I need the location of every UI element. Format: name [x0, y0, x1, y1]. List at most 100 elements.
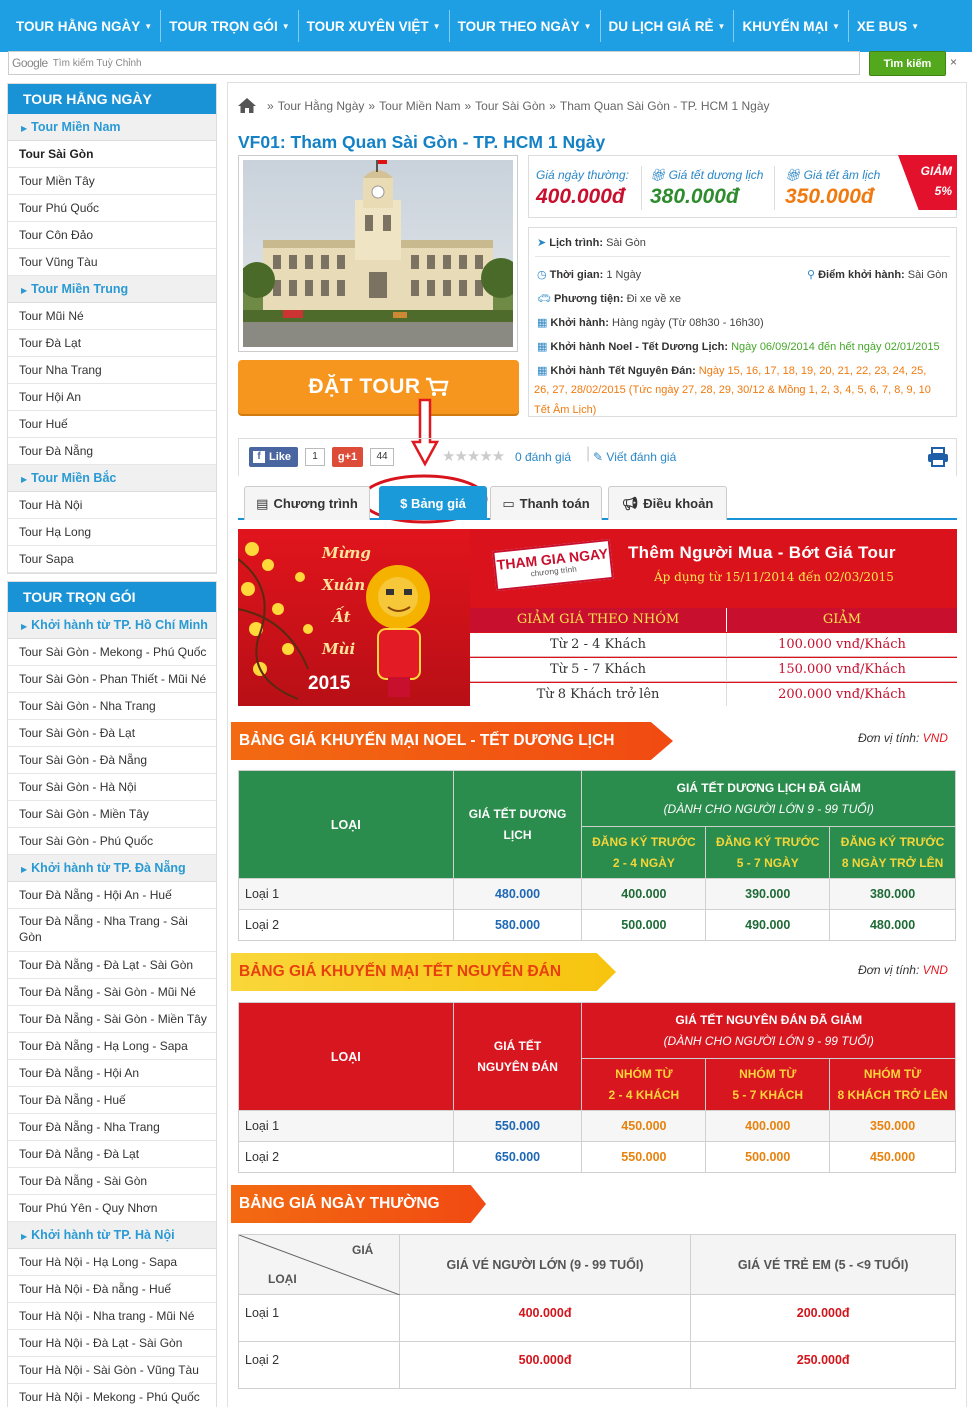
- sidebar-item[interactable]: Tour Sapa: [8, 546, 216, 573]
- search-button[interactable]: Tìm kiếm: [869, 51, 946, 76]
- breadcrumb-item[interactable]: Tham Quan Sài Gòn - TP. HCM 1 Ngày: [560, 99, 770, 113]
- sidebar-group-header[interactable]: ▶ Khởi hành từ TP. Hà Nội: [8, 1222, 216, 1249]
- tour-photo[interactable]: [238, 155, 518, 352]
- book-tour-button[interactable]: ĐẶT TOUR: [238, 360, 519, 414]
- close-icon[interactable]: ×: [950, 55, 957, 69]
- breadcrumb-item[interactable]: Tour Sài Gòn: [475, 99, 545, 113]
- sidebar-item[interactable]: Tour Hà Nội - Hạ Long - Sapa: [8, 1249, 216, 1276]
- price-cell: 350.000: [829, 1110, 956, 1142]
- sidebar-item[interactable]: Tour Mũi Né: [8, 303, 216, 330]
- sidebar-item[interactable]: Tour Hạ Long: [8, 519, 216, 546]
- sidebar-item[interactable]: Tour Đà Nẵng - Hội An - Huế: [8, 882, 216, 909]
- price-cell: 390.000: [705, 878, 831, 910]
- sidebar-item[interactable]: Tour Nha Trang: [8, 357, 216, 384]
- sidebar-group-header[interactable]: ▶ Khởi hành từ TP. Đà Nẵng: [8, 855, 216, 882]
- caret-right-icon: ▶: [21, 1232, 28, 1241]
- sidebar-group-header[interactable]: ▶ Khởi hành từ TP. Hồ Chí Minh: [8, 612, 216, 639]
- table-row: Loại 2 650.000 550.000 500.000 450.000: [238, 1141, 956, 1173]
- search-input[interactable]: Google Tìm kiếm Tuỳ Chỉnh: [8, 51, 860, 75]
- top-nav-menu: TOUR HẰNG NGÀY ▼ TOUR TRỌN GÓI ▼ TOUR XUYÊN …: [8, 10, 927, 42]
- sidebar-item[interactable]: Tour Phú Yên - Quy Nhơn: [8, 1195, 216, 1222]
- sidebar-item[interactable]: Tour Phú Quốc: [8, 195, 216, 222]
- sidebar-item[interactable]: Tour Huế: [8, 411, 216, 438]
- sidebar-item[interactable]: Tour Đà Nẵng - Hạ Long - Sapa: [8, 1033, 216, 1060]
- sidebar-item[interactable]: Tour Sài Gòn: [8, 141, 216, 168]
- sidebar-group-header[interactable]: ▶ Tour Miền Nam: [8, 114, 216, 141]
- sidebar-item[interactable]: Tour Đà Nẵng - Đà Lạt: [8, 1141, 216, 1168]
- review-count[interactable]: 0 đánh giá: [515, 450, 571, 464]
- facebook-like-button[interactable]: f Like: [249, 447, 298, 467]
- sidebar-item[interactable]: Tour Đà Lạt: [8, 330, 216, 357]
- nav-item-label: TOUR XUYÊN VIỆT: [306, 18, 429, 34]
- sidebar-item[interactable]: Tour Đà Nẵng - Hội An: [8, 1060, 216, 1087]
- sidebar-item[interactable]: Tour Hà Nội - Nha trang - Mũi Né: [8, 1303, 216, 1330]
- sidebar-item[interactable]: Tour Hà Nội - Đà nẵng - Huế: [8, 1276, 216, 1303]
- breadcrumb-separator: »: [368, 98, 376, 113]
- sub-header-line1: NHÓM TỪ: [863, 1066, 922, 1081]
- price-value: 380.000đ: [650, 185, 739, 208]
- tab-terms[interactable]: 📢︎ Điều khoản: [608, 486, 727, 520]
- banner-col-group: GIẢM GIÁ THEO NHÓM: [516, 612, 680, 627]
- sidebar-item[interactable]: Tour Đà Nẵng - Nha Trang: [8, 1114, 216, 1141]
- search-placeholder: Tìm kiếm Tuỳ Chỉnh: [52, 57, 142, 69]
- price-cell: 450.000: [829, 1141, 956, 1173]
- sidebar-item[interactable]: Tour Hội An: [8, 384, 216, 411]
- tab-payment[interactable]: ▭ Thanh toán: [490, 486, 602, 520]
- tab-program[interactable]: ▤ Chương trình: [244, 486, 370, 520]
- sidebar-item[interactable]: Tour Đà Nẵng - Huế: [8, 1087, 216, 1114]
- nav-item[interactable]: XE BUS ▼: [849, 10, 927, 42]
- sidebar-group-header[interactable]: ▶ Tour Miền Trung: [8, 276, 216, 303]
- banner-row-discount: 100.000 vnđ/Khách: [726, 633, 957, 657]
- sidebar-item[interactable]: Tour Sài Gòn - Phú Quốc: [8, 828, 216, 855]
- breadcrumb-item[interactable]: Tour Hằng Ngày: [278, 99, 365, 113]
- sidebar-item[interactable]: Tour Đà Nẵng - Sài Gòn - Miền Tây: [8, 1006, 216, 1033]
- sidebar-item[interactable]: Tour Sài Gòn - Miền Tây: [8, 801, 216, 828]
- sub-header-line2: 2 - 4 NGÀY: [612, 855, 675, 870]
- sidebar-item[interactable]: Tour Sài Gòn - Nha Trang: [8, 693, 216, 720]
- breadcrumb-item[interactable]: Tour Miền Nam: [379, 99, 460, 113]
- tab-price-table[interactable]: $ Bảng giá: [379, 486, 487, 520]
- transport-row: 🚗︎ Phương tiện: Đi xe về xe: [537, 293, 682, 305]
- group-title: GIÁ TẾT DƯƠNG LỊCH ĐÃ GIẢM: [676, 780, 861, 795]
- banner-row-discount: 200.000 vnđ/Khách: [726, 683, 957, 706]
- sidebar-item[interactable]: Tour Hà Nội: [8, 492, 216, 519]
- sidebar-item[interactable]: Tour Sài Gòn - Mekong - Phú Quốc: [8, 639, 216, 666]
- sidebar-list: ▶ Tour Miền Nam Tour Sài Gòn Tour Miền Tây T…: [8, 114, 216, 573]
- print-icon[interactable]: [927, 447, 949, 467]
- sidebar-item[interactable]: Tour Hà Nội - Mekong - Phú Quốc: [8, 1384, 216, 1407]
- nav-item[interactable]: KHUYẾN MẠI ▼: [734, 10, 849, 42]
- nav-item[interactable]: TOUR THEO NGÀY ▼: [450, 10, 601, 42]
- sidebar-item[interactable]: Tour Côn Đảo: [8, 222, 216, 249]
- sidebar-item[interactable]: Tour Đà Nẵng - Đà Lạt - Sài Gòn: [8, 952, 216, 979]
- sidebar-item[interactable]: Tour Sài Gòn - Đà Lạt: [8, 720, 216, 747]
- sidebar-item[interactable]: Tour Đà Nẵng - Nha Trang - Sài Gòn: [8, 909, 216, 952]
- sidebar-item[interactable]: Tour Vũng Tàu: [8, 249, 216, 276]
- itinerary-row: ➤ Lịch trình: Sài Gòn: [537, 237, 646, 249]
- google-plus-button[interactable]: g+1: [332, 447, 363, 467]
- gift-icon: 🎁︎: [650, 168, 666, 182]
- sidebar-item[interactable]: Tour Sài Gòn - Hà Nội: [8, 774, 216, 801]
- city-hall-image: [243, 160, 513, 347]
- write-review-link[interactable]: ✎ Viết đánh giá: [593, 450, 676, 464]
- sidebar-item[interactable]: Tour Đà Nẵng: [8, 438, 216, 465]
- nav-item[interactable]: DU LỊCH GIÁ RẺ ▼: [601, 10, 735, 42]
- tet-depart-dates-end: Tết Âm Lịch): [534, 404, 597, 416]
- sidebar-item[interactable]: Tour Hà Nội - Đà Lạt - Sài Gòn: [8, 1330, 216, 1357]
- noel-price-table: LOẠI GIÁ TẾT DƯƠNG LỊCH GIÁ TẾT DƯƠNG LỊCH…: [238, 770, 956, 941]
- nav-item[interactable]: TOUR HẰNG NGÀY ▼: [8, 10, 162, 42]
- sidebar-item[interactable]: Tour Sài Gòn - Phan Thiết - Mũi Né: [8, 666, 216, 693]
- sidebar-item[interactable]: Tour Sài Gòn - Đà Nẵng: [8, 747, 216, 774]
- nav-item[interactable]: TOUR TRỌN GÓI ▼: [161, 10, 299, 42]
- sidebar-item[interactable]: Tour Hà Nội - Sài Gòn - Vũng Tàu: [8, 1357, 216, 1384]
- home-icon[interactable]: [237, 97, 257, 114]
- sidebar-group-header[interactable]: ▶ Tour Miền Bắc: [8, 465, 216, 492]
- sidebar-item[interactable]: Tour Miền Tây: [8, 168, 216, 195]
- sidebar-item[interactable]: Tour Đà Nẵng - Sài Gòn - Mũi Né: [8, 979, 216, 1006]
- depart-row: ▦ Khởi hành: Hàng ngày (Từ 08h30 - 16h30): [537, 317, 764, 329]
- sidebar-item[interactable]: Tour Đà Nẵng - Sài Gòn: [8, 1168, 216, 1195]
- rating-stars-icon[interactable]: ★★★★★: [442, 447, 505, 465]
- chevron-down-icon: ▼: [432, 21, 441, 31]
- chevron-down-icon: ▼: [144, 21, 153, 31]
- breadcrumb-items: » Tour Hằng Ngày» Tour Miền Nam» Tour Sài G…: [263, 99, 770, 113]
- nav-item[interactable]: TOUR XUYÊN VIỆT ▼: [299, 10, 450, 42]
